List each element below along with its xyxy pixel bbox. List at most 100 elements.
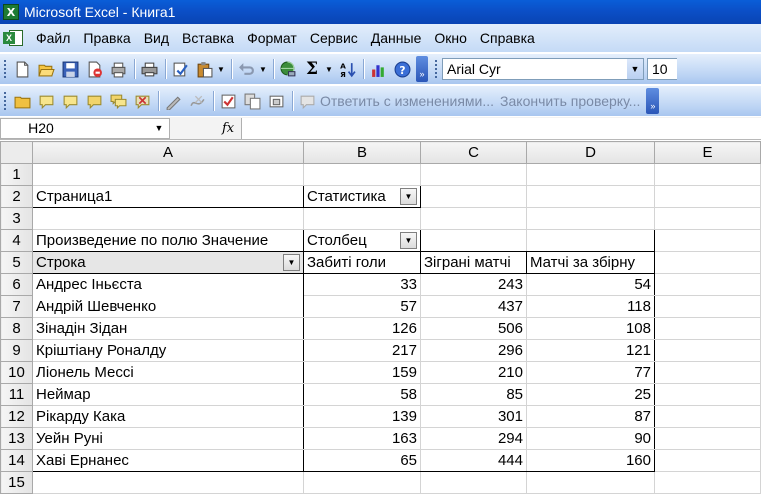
cell[interactable] <box>654 251 761 274</box>
cell[interactable] <box>654 163 761 186</box>
pivot-value-cell[interactable]: 77 <box>526 361 655 384</box>
workbook-icon[interactable]: X <box>3 28 25 48</box>
cell[interactable] <box>303 163 421 186</box>
cell[interactable] <box>420 185 527 208</box>
cell[interactable] <box>303 471 421 494</box>
undo-icon[interactable] <box>235 58 257 80</box>
cell[interactable] <box>654 295 761 318</box>
cell[interactable] <box>654 207 761 230</box>
undo-dropdown[interactable]: ▼ <box>259 58 267 80</box>
permission-icon[interactable] <box>83 58 105 80</box>
autosum-icon[interactable]: Σ <box>301 58 323 80</box>
pivot-row-label[interactable]: Хаві Ернанес <box>32 449 304 472</box>
cell[interactable] <box>526 185 655 208</box>
cell[interactable] <box>654 361 761 384</box>
pivot-row-label[interactable]: Андрій Шевченко <box>32 295 304 318</box>
cell[interactable] <box>420 163 527 186</box>
pivot-value-cell[interactable]: 444 <box>420 449 527 472</box>
column-field-cell[interactable]: Столбец ▼ <box>303 229 421 252</box>
paste-dropdown[interactable]: ▼ <box>217 58 225 80</box>
row-header[interactable]: 4 <box>0 229 33 252</box>
row-header[interactable]: 14 <box>0 449 33 472</box>
pivot-value-cell[interactable]: 139 <box>303 405 421 428</box>
menu-view[interactable]: Вид <box>143 28 170 48</box>
cell[interactable] <box>303 207 421 230</box>
new-icon[interactable] <box>11 58 33 80</box>
column-header-cell[interactable]: Зіграні матчі <box>420 251 527 274</box>
pivot-row-label[interactable]: Зінадін Зідан <box>32 317 304 340</box>
row-header[interactable]: 8 <box>0 317 33 340</box>
chevron-down-icon[interactable]: ▼ <box>627 59 643 79</box>
pivot-value-cell[interactable]: 58 <box>303 383 421 406</box>
name-box[interactable]: H20 ▼ <box>0 117 170 139</box>
previous-comment-icon[interactable] <box>35 90 57 112</box>
chevron-down-icon[interactable]: ▼ <box>283 254 300 271</box>
row-header[interactable]: 5 <box>0 251 33 274</box>
cell[interactable] <box>654 471 761 494</box>
cell[interactable] <box>654 405 761 428</box>
hyperlink-icon[interactable] <box>277 58 299 80</box>
update-file-icon[interactable] <box>241 90 263 112</box>
pivot-value-cell[interactable]: 87 <box>526 405 655 428</box>
row-header[interactable]: 6 <box>0 273 33 296</box>
pivot-value-cell[interactable]: 210 <box>420 361 527 384</box>
open-icon[interactable] <box>35 58 57 80</box>
pivot-value-cell[interactable]: 159 <box>303 361 421 384</box>
pivot-value-cell[interactable]: 118 <box>526 295 655 318</box>
cell[interactable] <box>526 163 655 186</box>
row-header[interactable]: 9 <box>0 339 33 362</box>
insert-function-icon[interactable]: fx <box>222 121 234 136</box>
end-review-button[interactable]: Закончить проверку... <box>500 93 640 109</box>
chevron-down-icon[interactable]: ▼ <box>400 188 417 205</box>
pivot-value-cell[interactable]: 160 <box>526 449 655 472</box>
cell[interactable] <box>32 471 304 494</box>
spelling-icon[interactable] <box>169 58 191 80</box>
pivot-value-cell[interactable]: 57 <box>303 295 421 318</box>
pivot-value-cell[interactable]: 243 <box>420 273 527 296</box>
print-icon[interactable] <box>138 58 160 80</box>
row-header[interactable]: 7 <box>0 295 33 318</box>
pivot-value-cell[interactable]: 85 <box>420 383 527 406</box>
column-header-b[interactable]: B <box>303 141 421 164</box>
cell[interactable] <box>654 449 761 472</box>
row-header[interactable]: 13 <box>0 427 33 450</box>
formula-input[interactable] <box>241 118 761 139</box>
page-field-label[interactable]: Страница1 <box>32 185 304 208</box>
select-all-corner[interactable] <box>0 141 33 164</box>
page-field-cell[interactable]: Статистика ▼ <box>303 185 421 208</box>
row-header[interactable]: 12 <box>0 405 33 428</box>
cell[interactable] <box>654 339 761 362</box>
create-task-icon[interactable] <box>217 90 239 112</box>
pivot-row-label[interactable]: Андрес Іньєста <box>32 273 304 296</box>
excel-app-icon[interactable]: X <box>3 4 19 20</box>
menu-data[interactable]: Данные <box>370 28 423 48</box>
toolbar-grip[interactable] <box>3 91 7 111</box>
cell[interactable] <box>420 229 527 252</box>
data-field-label[interactable]: Произведение по полю Значение <box>32 229 304 252</box>
cell[interactable] <box>526 207 655 230</box>
reply-with-changes-icon[interactable] <box>296 90 318 112</box>
menu-insert[interactable]: Вставка <box>181 28 235 48</box>
pivot-row-label[interactable]: Неймар <box>32 383 304 406</box>
pivot-row-label[interactable]: Ліонель Мессі <box>32 361 304 384</box>
cell[interactable] <box>654 185 761 208</box>
cell[interactable] <box>654 229 761 252</box>
sort-ascending-icon[interactable]: AЯ <box>336 58 358 80</box>
cell[interactable] <box>526 471 655 494</box>
cell[interactable] <box>420 207 527 230</box>
row-header[interactable]: 1 <box>0 163 33 186</box>
cell[interactable] <box>32 207 304 230</box>
delete-comment-icon[interactable] <box>131 90 153 112</box>
pivot-value-cell[interactable]: 65 <box>303 449 421 472</box>
toolbar-grip[interactable] <box>434 59 438 79</box>
column-header-e[interactable]: E <box>654 141 761 164</box>
cell[interactable] <box>420 471 527 494</box>
reply-with-changes-button[interactable]: Ответить с изменениями... <box>320 93 494 109</box>
folder-icon[interactable] <box>11 90 33 112</box>
pivot-value-cell[interactable]: 294 <box>420 427 527 450</box>
pivot-value-cell[interactable]: 25 <box>526 383 655 406</box>
delete-ink-icon[interactable] <box>186 90 208 112</box>
ink-annotation-icon[interactable] <box>162 90 184 112</box>
pivot-value-cell[interactable]: 437 <box>420 295 527 318</box>
column-header-c[interactable]: C <box>420 141 527 164</box>
